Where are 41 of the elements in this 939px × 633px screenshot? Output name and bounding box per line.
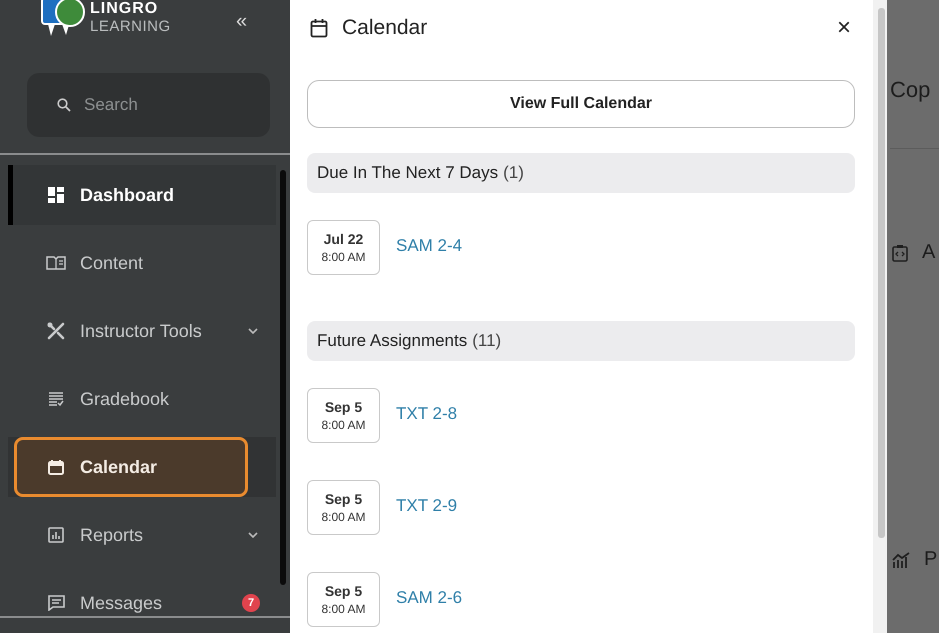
count-badge: 7 <box>242 594 260 612</box>
search-icon <box>57 98 71 112</box>
collapse-button[interactable]: « <box>236 10 248 32</box>
date-badge: Sep 5 8:00 AM <box>307 572 380 627</box>
view-full-calendar-button[interactable]: View Full Calendar <box>307 80 855 128</box>
tools-icon <box>46 322 66 340</box>
calendar-icon <box>46 459 66 475</box>
nav-item[interactable]: Reports <box>0 505 276 565</box>
close-button[interactable]: × <box>836 16 851 40</box>
logo-tagline: LEARNING <box>90 19 171 34</box>
chart-icon <box>46 527 66 543</box>
logo-name: LINGRO <box>90 1 160 17</box>
date-badge: Jul 22 8:00 AM <box>307 220 380 275</box>
section-header: Future Assignments (11) <box>307 321 855 361</box>
date-badge: Sep 5 8:00 AM <box>307 388 380 443</box>
chart-icon <box>892 552 910 568</box>
message-icon <box>46 595 66 611</box>
nav-item[interactable]: Messages 7 <box>0 573 276 633</box>
scrollbar[interactable] <box>878 8 885 538</box>
clipboard-icon <box>892 244 908 262</box>
nav-item[interactable]: Instructor Tools <box>0 301 276 361</box>
assignment-link[interactable]: SAM 2-4 <box>396 236 462 256</box>
page-heading: Cop <box>890 76 932 104</box>
book-icon <box>46 256 66 270</box>
date-badge: Sep 5 8:00 AM <box>307 480 380 535</box>
calendar-icon <box>310 18 328 38</box>
assignment-link[interactable]: TXT 2-9 <box>396 496 458 516</box>
section-label: P <box>924 548 938 571</box>
assignment-link[interactable]: SAM 2-6 <box>396 588 462 608</box>
list-icon <box>46 391 66 407</box>
search-field[interactable]: Search <box>27 73 270 137</box>
nav-item[interactable]: Calendar <box>14 437 248 497</box>
grid-icon <box>46 187 66 203</box>
nav-item[interactable]: Dashboard <box>8 165 276 225</box>
section-header: Due In The Next 7 Days (1) <box>307 153 855 193</box>
assignment-link[interactable]: TXT 2-8 <box>396 404 458 424</box>
nav-item[interactable]: Content <box>0 233 276 293</box>
section-label: A <box>922 241 936 264</box>
panel-title: Calendar <box>342 16 428 40</box>
nav-item[interactable]: Gradebook <box>0 369 276 429</box>
scrollbar[interactable] <box>280 170 286 585</box>
